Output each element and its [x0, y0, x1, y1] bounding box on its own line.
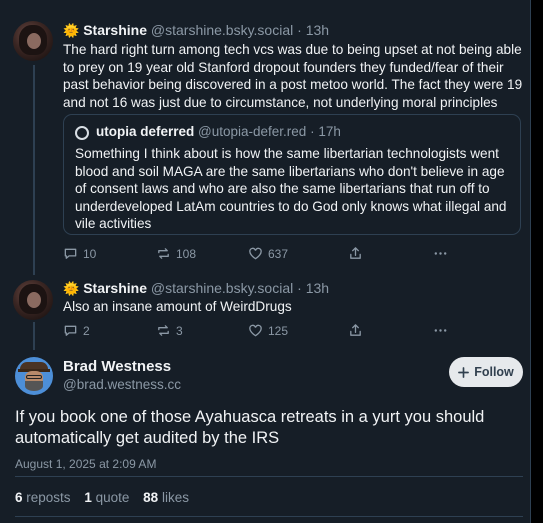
quote-author-handle: @utopia-defer.red	[198, 124, 307, 139]
likes-count[interactable]: 88	[143, 490, 158, 505]
reposts-count[interactable]: 6	[15, 490, 23, 505]
author-handle[interactable]: @starshine.bsky.social	[151, 280, 293, 296]
main-author-name[interactable]: Brad Westness	[63, 358, 171, 375]
post-timestamp[interactable]: August 1, 2025 at 2:09 AM	[15, 457, 156, 471]
follow-button[interactable]: Follow	[449, 357, 523, 387]
more-options-button[interactable]	[433, 246, 448, 261]
post-2-header: 🌞 Starshine @starshine.bsky.social · 13h	[63, 279, 329, 298]
heart-icon	[249, 324, 262, 337]
quote-header: utopia deferred @utopia-defer.red · 17h	[96, 124, 341, 139]
heart-icon	[249, 247, 262, 260]
reply-count: 10	[83, 246, 97, 261]
separator-dot: ·	[297, 280, 302, 296]
like-button[interactable]: 637	[248, 246, 288, 261]
starshine-avatar[interactable]	[13, 21, 53, 61]
share-icon	[350, 247, 361, 259]
reply-button[interactable]: 10	[63, 246, 96, 261]
post-1-actions: 10 108 637	[63, 246, 473, 264]
engagement-stats: 6 reposts 1 quote 88 likes	[15, 490, 199, 505]
post-1-header: 🌞 Starshine @starshine.bsky.social · 13h	[63, 21, 329, 40]
sun-emoji: 🌞	[63, 281, 80, 296]
main-post-text: If you book one of those Ayahuasca retre…	[15, 408, 485, 447]
follow-label: Follow	[474, 365, 514, 379]
thread-view: 🌞 Starshine @starshine.bsky.social · 13h …	[0, 0, 531, 523]
author-name[interactable]: Starshine	[83, 22, 147, 38]
likes-label[interactable]: likes	[162, 490, 189, 505]
repost-count: 3	[176, 323, 183, 338]
quotes-count[interactable]: 1	[84, 490, 92, 505]
ellipsis-icon	[434, 329, 447, 332]
post-time[interactable]: 13h	[306, 280, 329, 296]
reply-count: 2	[83, 323, 90, 338]
author-handle[interactable]: @starshine.bsky.social	[151, 22, 293, 38]
separator-dot: ·	[310, 124, 315, 139]
post-2-actions: 2 3 125	[63, 323, 473, 341]
quote-author-name: utopia deferred	[96, 124, 195, 139]
sun-emoji: 🌞	[63, 23, 80, 38]
like-count: 637	[268, 246, 289, 261]
repost-button[interactable]: 3	[156, 323, 183, 338]
main-author-handle[interactable]: @brad.westness.cc	[63, 377, 181, 392]
like-count: 125	[268, 323, 289, 338]
ellipsis-icon	[434, 252, 447, 255]
author-name[interactable]: Starshine	[83, 280, 147, 296]
separator-dot: ·	[297, 22, 302, 38]
brad-avatar[interactable]	[15, 357, 53, 395]
post-time[interactable]: 13h	[306, 22, 329, 38]
quotes-label[interactable]: quote	[96, 490, 130, 505]
repost-button[interactable]: 108	[156, 246, 196, 261]
divider	[15, 476, 523, 477]
utopia-avatar	[75, 126, 89, 140]
like-button[interactable]: 125	[248, 323, 288, 338]
repost-count: 108	[176, 246, 197, 261]
plus-icon	[458, 366, 470, 378]
more-options-button[interactable]	[433, 323, 448, 338]
reply-icon	[64, 325, 77, 336]
repost-icon	[158, 248, 169, 259]
post-2-text: Also an insane amount of WeirdDrugs	[63, 299, 292, 314]
quote-time: 17h	[318, 124, 341, 139]
share-button[interactable]	[348, 246, 363, 261]
quoted-post[interactable]: utopia deferred @utopia-defer.red · 17h …	[63, 114, 521, 235]
share-icon	[350, 324, 361, 336]
thread-connector	[33, 65, 35, 275]
divider	[15, 516, 523, 517]
repost-icon	[158, 325, 169, 336]
share-button[interactable]	[348, 323, 363, 338]
reply-icon	[64, 248, 77, 259]
quote-text: Something I think about is how the same …	[75, 146, 507, 231]
post-1-text: The hard right turn among tech vcs was d…	[63, 42, 523, 110]
thread-connector	[33, 322, 35, 350]
reply-button[interactable]: 2	[63, 323, 90, 338]
starshine-avatar[interactable]	[13, 280, 53, 320]
reposts-label[interactable]: reposts	[26, 490, 70, 505]
